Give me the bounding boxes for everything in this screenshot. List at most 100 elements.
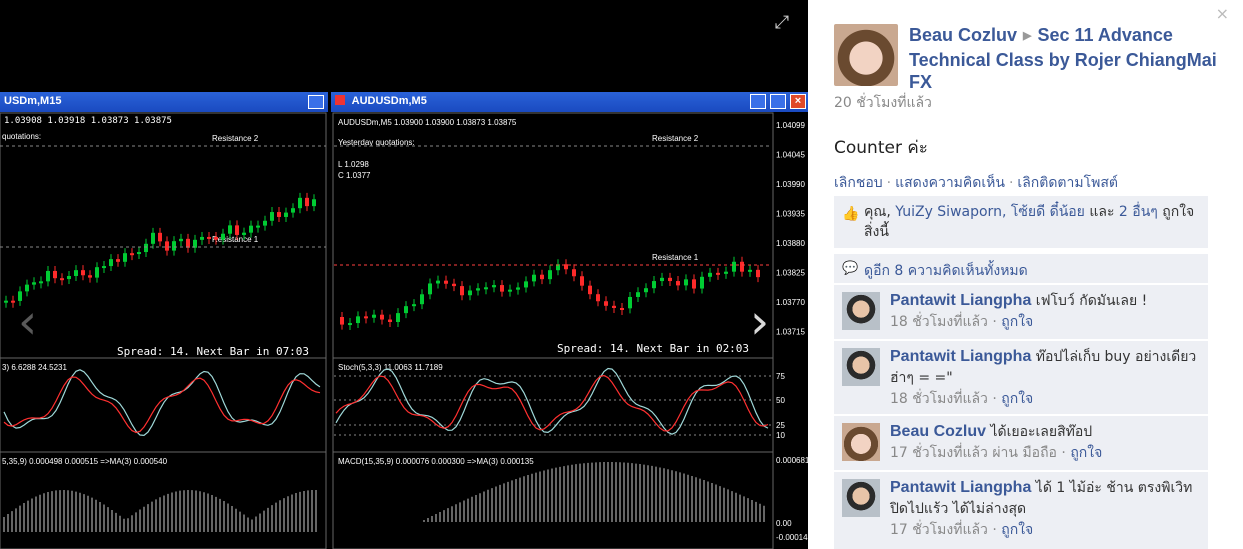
price-tick-label: 1.03715 xyxy=(776,328,805,337)
candle-body xyxy=(516,287,520,290)
candle-body xyxy=(102,266,106,269)
right-resistance-2: Resistance 2 xyxy=(652,134,699,143)
candle-body xyxy=(748,269,752,272)
candle-body xyxy=(708,272,712,277)
likes-summary: 👍 คุณ, YuiZy Siwaporn, โซ้ยดี ดี๋น้อย แล… xyxy=(834,196,1208,248)
right-quote-line-l: L 1.0298 xyxy=(338,160,369,169)
candle-body xyxy=(588,285,592,295)
candle-body xyxy=(508,289,512,292)
left-quotes-label: quotations: xyxy=(2,132,41,141)
comment-like-link[interactable]: ถูกใจ xyxy=(1001,522,1033,538)
unfollow-post-link[interactable]: เลิกติดตามโพสต์ xyxy=(1017,175,1118,191)
comment-time[interactable]: 18 ชั่วโมงที่แล้ว xyxy=(890,314,988,330)
candle-body xyxy=(263,220,267,226)
candle-body xyxy=(740,261,744,272)
comment-like-link[interactable]: ถูกใจ xyxy=(1001,391,1033,407)
candle-body xyxy=(380,314,384,320)
candle-body xyxy=(144,243,148,253)
macd-tick-label: -0.00014 xyxy=(776,533,808,542)
candle-body xyxy=(532,274,536,282)
post-timestamp[interactable]: 20 ชั่วโมงที่แล้ว xyxy=(834,92,932,114)
next-photo-arrow-icon[interactable]: › xyxy=(750,298,769,346)
comment-time[interactable]: 17 ชั่วโมงที่แล้ว ผ่าน มือถือ xyxy=(890,445,1057,461)
comment-like-link[interactable]: ถูกใจ xyxy=(1001,314,1033,330)
commenter-avatar[interactable] xyxy=(842,423,880,461)
comment-text: เฟโบว์ กัดมันเลย ! xyxy=(1035,293,1148,309)
candle-body xyxy=(636,292,640,297)
candle-body xyxy=(644,288,648,293)
comment-like-link[interactable]: ถูกใจ xyxy=(1070,445,1102,461)
commenter-avatar[interactable] xyxy=(842,292,880,330)
comment-text: ได้เยอะเลยสิท๊อป xyxy=(990,424,1093,440)
candle-body xyxy=(74,270,78,276)
comment-item: Pantawit Liangpha ได้ 1 ไม้อ่ะ ช้าน ตรงพ… xyxy=(834,471,1208,549)
price-tick-label: 1.03990 xyxy=(776,180,805,189)
price-tick-label: 1.03935 xyxy=(776,210,805,219)
candle-body xyxy=(652,281,656,289)
commenter-name-link[interactable]: Beau Cozluv xyxy=(890,423,986,440)
triangle-right-icon: ▶ xyxy=(1023,30,1032,42)
author-avatar[interactable] xyxy=(834,24,898,86)
other-likers-link[interactable]: 2 อื่นๆ xyxy=(1119,204,1158,220)
candle-body xyxy=(53,270,57,279)
candle-body xyxy=(452,283,456,287)
left-macd-label: 5,35,9) 0.000498 0.000515 =>MA(3) 0.0005… xyxy=(2,457,168,466)
photo-chart-screenshot: USDm,M15 AUDUSDm,M5 × 1.03908 1.03918 1.… xyxy=(0,92,808,549)
candle-body xyxy=(151,232,155,244)
candle-body xyxy=(468,290,472,296)
fullscreen-icon[interactable]: ⤢ xyxy=(772,12,792,32)
candle-body xyxy=(95,267,99,278)
candle-body xyxy=(420,294,424,305)
right-window-title: AUDUSDm,M5 × xyxy=(331,92,808,112)
commenter-name-link[interactable]: Pantawit Liangpha xyxy=(890,292,1031,309)
liker-link[interactable]: โซ้ยดี ดี๋น้อย xyxy=(1011,204,1085,220)
right-footer: Spread: 14. Next Bar in 02:03 xyxy=(557,342,749,355)
candle-body xyxy=(277,212,281,217)
candle-body xyxy=(700,276,704,289)
price-tick-label: 1.03770 xyxy=(776,298,805,307)
macd-tick-label: 0.00 xyxy=(776,519,792,528)
left-stoch-label: 3) 6.6288 24.5231 xyxy=(2,363,67,372)
candle-body xyxy=(298,197,302,209)
candle-body xyxy=(604,301,608,306)
candle-body xyxy=(186,238,190,248)
candle-body xyxy=(270,212,274,221)
candle-body xyxy=(684,279,688,286)
candle-body xyxy=(612,305,616,309)
comment-item: Beau Cozluv ได้เยอะเลยสิท๊อป 17 ชั่วโมงท… xyxy=(834,415,1208,470)
unlike-link[interactable]: เลิกชอบ xyxy=(834,175,883,191)
comment-time[interactable]: 17 ชั่วโมงที่แล้ว xyxy=(890,522,988,538)
candle-body xyxy=(214,236,218,240)
candle-body xyxy=(291,208,295,213)
candle-body xyxy=(305,197,309,207)
commenter-name-link[interactable]: Pantawit Liangpha xyxy=(890,348,1031,365)
candle-body xyxy=(207,236,211,239)
candle-body xyxy=(81,270,85,276)
comment-time[interactable]: 18 ชั่วโมงที่แล้ว xyxy=(890,391,988,407)
comment-link[interactable]: แสดงความคิดเห็น xyxy=(895,175,1005,191)
commenter-name-link[interactable]: Pantawit Liangpha xyxy=(890,479,1031,496)
commenter-avatar[interactable] xyxy=(842,479,880,517)
close-icon[interactable]: × xyxy=(1216,4,1229,23)
candle-body xyxy=(46,270,50,282)
candle-body xyxy=(165,241,169,251)
price-tick-label: 1.03825 xyxy=(776,269,805,278)
candle-body xyxy=(39,281,43,284)
right-quote-line-c: C 1.0377 xyxy=(338,171,371,180)
previous-photo-arrow-icon[interactable]: ‹ xyxy=(18,298,37,346)
candle-body xyxy=(476,288,480,291)
stoch-tick-label: 10 xyxy=(776,431,785,440)
candle-body xyxy=(116,259,120,262)
post-actions: เลิกชอบ · แสดงความคิดเห็น · เลิกติดตามโพสต์ xyxy=(834,175,1118,191)
candle-body xyxy=(548,270,552,280)
commenter-avatar[interactable] xyxy=(842,348,880,386)
candle-body xyxy=(540,274,544,280)
candle-body xyxy=(724,271,728,274)
liker-link[interactable]: YuiZy Siwaporn, xyxy=(895,204,1006,220)
candle-body xyxy=(340,317,344,325)
view-all-comments-link[interactable]: 💬 ดูอีก 8 ความคิดเห็นทั้งหมด xyxy=(834,253,1208,283)
post-header: Beau Cozluv ▶ Sec 11 Advance Technical Cla… xyxy=(909,24,1219,93)
candle-body xyxy=(67,275,71,280)
post-caption: Counter ค่ะ xyxy=(834,138,928,158)
author-name-link[interactable]: Beau Cozluv xyxy=(909,25,1017,45)
